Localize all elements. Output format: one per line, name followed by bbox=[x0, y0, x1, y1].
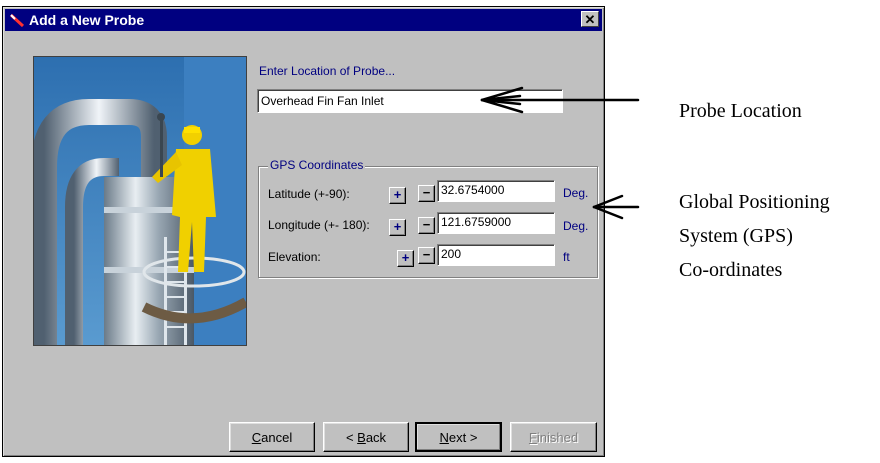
probe-location-annotation: Probe Location bbox=[679, 100, 802, 122]
gps-annotation-line1: Global Positioning bbox=[679, 191, 830, 213]
gps-annotation-line3: Co-ordinates bbox=[679, 259, 783, 281]
gps-annotation-line2: System (GPS) bbox=[679, 225, 793, 247]
